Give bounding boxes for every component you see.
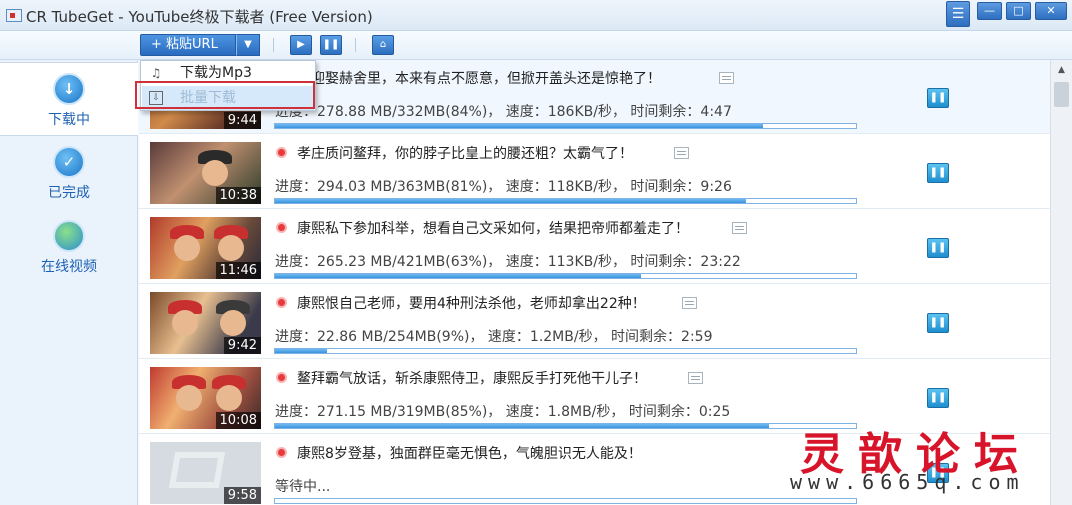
thumbnail-figure [172, 310, 198, 336]
details-icon[interactable] [682, 297, 697, 309]
list-item[interactable]: 11:46 康熙私下参加科举，想看自己文采如何，结果把帝师都羞走了！ 进度：26… [139, 210, 1050, 284]
youtube-source-icon [276, 447, 287, 458]
thumbnail-figure [218, 235, 244, 261]
progress-status: 进度：294.03 MB/363MB(81%)， 速度：118KB/秒， 时间剩… [275, 179, 732, 195]
paste-url-button[interactable]: + 粘贴URL [140, 34, 236, 56]
details-icon[interactable] [732, 222, 747, 234]
sidebar-item-label: 下载中 [48, 112, 90, 128]
progress-fill [275, 124, 764, 128]
sidebar-item-label: 已完成 [48, 185, 90, 201]
pause-button[interactable]: ❚❚ [927, 313, 949, 333]
progress-status: 等待中... [275, 479, 331, 495]
video-duration: 9:42 [223, 337, 261, 354]
progress-fill [275, 199, 746, 203]
title-bar: CR TubeGet - YouTube终极下载者 (Free Version)… [0, 0, 1072, 31]
pause-button[interactable]: ❚❚ [927, 238, 949, 258]
maximize-button[interactable]: □ [1006, 2, 1031, 20]
video-title: 鳌拜霸气放话，斩杀康熙侍卫，康熙反手打死他干儿子！ [297, 371, 647, 387]
check-icon: ✓ [53, 146, 85, 178]
sidebar-item-label: 在线视频 [41, 259, 97, 275]
video-title: 康熙私下参加科举，想看自己文采如何，结果把帝师都羞走了！ [297, 221, 689, 237]
details-icon[interactable] [688, 372, 703, 384]
scroll-thumb[interactable] [1054, 82, 1069, 107]
delete-button[interactable]: ⌂ [372, 35, 394, 55]
download-icon: ↓ [53, 73, 85, 105]
video-duration: 10:08 [215, 412, 261, 429]
minimize-button[interactable]: — [977, 2, 1002, 20]
video-duration: 9:44 [223, 112, 261, 129]
video-thumbnail: 11:46 [150, 217, 261, 279]
menu-item-label: 下载为Mp3 [180, 65, 252, 81]
close-button[interactable]: ✕ [1035, 2, 1067, 20]
watermark-url: www.6665q.com [790, 470, 1025, 494]
progress-status: 进度：265.23 MB/421MB(63%)， 速度：113KB/秒， 时间剩… [275, 254, 741, 270]
video-title: 康熙8岁登基，独面群臣毫无惧色，气魄胆识无人能及！ [297, 446, 642, 462]
progress-fill [275, 274, 642, 278]
music-icon: ♫ [150, 66, 162, 80]
youtube-source-icon [276, 147, 287, 158]
video-duration: 10:38 [215, 187, 261, 204]
progress-bar [274, 348, 857, 354]
sidebar-item-online-videos[interactable]: 在线视频 [0, 210, 138, 284]
list-item[interactable]: 9:42 康熙恨自己老师，要用4种刑法杀他，老师却拿出22种！ 进度：22.86… [139, 285, 1050, 359]
progress-status: 进度：278.88 MB/332MB(84%)， 速度：186KB/秒， 时间剩… [275, 104, 732, 120]
progress-bar [274, 198, 857, 204]
progress-bar [274, 123, 857, 129]
thumbnail-figure [176, 385, 202, 411]
video-thumbnail: 10:38 [150, 142, 261, 204]
youtube-source-icon [276, 222, 287, 233]
progress-status: 进度：271.15 MB/319MB(85%)， 速度：1.8MB/秒， 时间剩… [275, 404, 731, 420]
menu-icon[interactable]: ☰ [946, 1, 970, 27]
pause-button[interactable]: ❚❚ [927, 388, 949, 408]
resume-all-button[interactable]: ▶ [290, 35, 312, 55]
progress-bar [274, 423, 857, 429]
youtube-source-icon [276, 372, 287, 383]
toolbar: + 粘贴URL ▼ ▶ ❚❚ ⌂ [0, 31, 1072, 60]
thumbnail-figure [202, 160, 228, 186]
video-duration: 9:58 [223, 487, 261, 504]
pause-button[interactable]: ❚❚ [927, 163, 949, 183]
thumbnail-figure [220, 310, 246, 336]
film-placeholder-icon [168, 452, 226, 488]
annotation-highlight-box [135, 81, 315, 109]
progress-fill [275, 349, 328, 353]
toolbar-divider [355, 38, 356, 52]
sidebar-item-downloading[interactable]: ↓ 下载中 [0, 62, 138, 136]
globe-icon [53, 220, 85, 252]
thumbnail-figure [174, 235, 200, 261]
toolbar-divider [273, 38, 274, 52]
video-thumbnail: 9:58 [150, 442, 261, 504]
sidebar-item-completed[interactable]: ✓ 已完成 [0, 136, 138, 210]
window-title: CR TubeGet - YouTube终极下载者 (Free Version) [26, 8, 373, 26]
video-title: 熙迎娶赫舍里，本来有点不愿意，但掀开盖头还是惊艳了！ [297, 71, 661, 87]
progress-bar [274, 273, 857, 279]
video-duration: 11:46 [215, 262, 261, 279]
video-thumbnail: 10:08 [150, 367, 261, 429]
scrollbar[interactable]: ▲ [1050, 60, 1072, 505]
details-icon[interactable] [674, 147, 689, 159]
video-thumbnail: 9:42 [150, 292, 261, 354]
scroll-up-icon[interactable]: ▲ [1051, 60, 1072, 80]
pause-button[interactable]: ❚❚ [927, 88, 949, 108]
app-logo-icon [6, 9, 22, 22]
progress-bar [274, 498, 857, 504]
video-title: 孝庄质问鳌拜，你的脖子比皇上的腰还粗？太霸气了！ [297, 146, 633, 162]
youtube-source-icon [276, 297, 287, 308]
paste-dropdown-icon[interactable]: ▼ [236, 34, 260, 56]
progress-status: 进度：22.86 MB/254MB(9%)， 速度：1.2MB/秒， 时间剩余：… [275, 329, 713, 345]
video-title: 康熙恨自己老师，要用4种刑法杀他，老师却拿出22种！ [297, 296, 646, 312]
details-icon[interactable] [719, 72, 734, 84]
progress-fill [275, 424, 769, 428]
pause-all-button[interactable]: ❚❚ [320, 35, 342, 55]
sidebar: ↓ 下载中 ✓ 已完成 在线视频 [0, 60, 138, 505]
list-item[interactable]: 10:38 孝庄质问鳌拜，你的脖子比皇上的腰还粗？太霸气了！ 进度：294.03… [139, 135, 1050, 209]
thumbnail-figure [216, 385, 242, 411]
